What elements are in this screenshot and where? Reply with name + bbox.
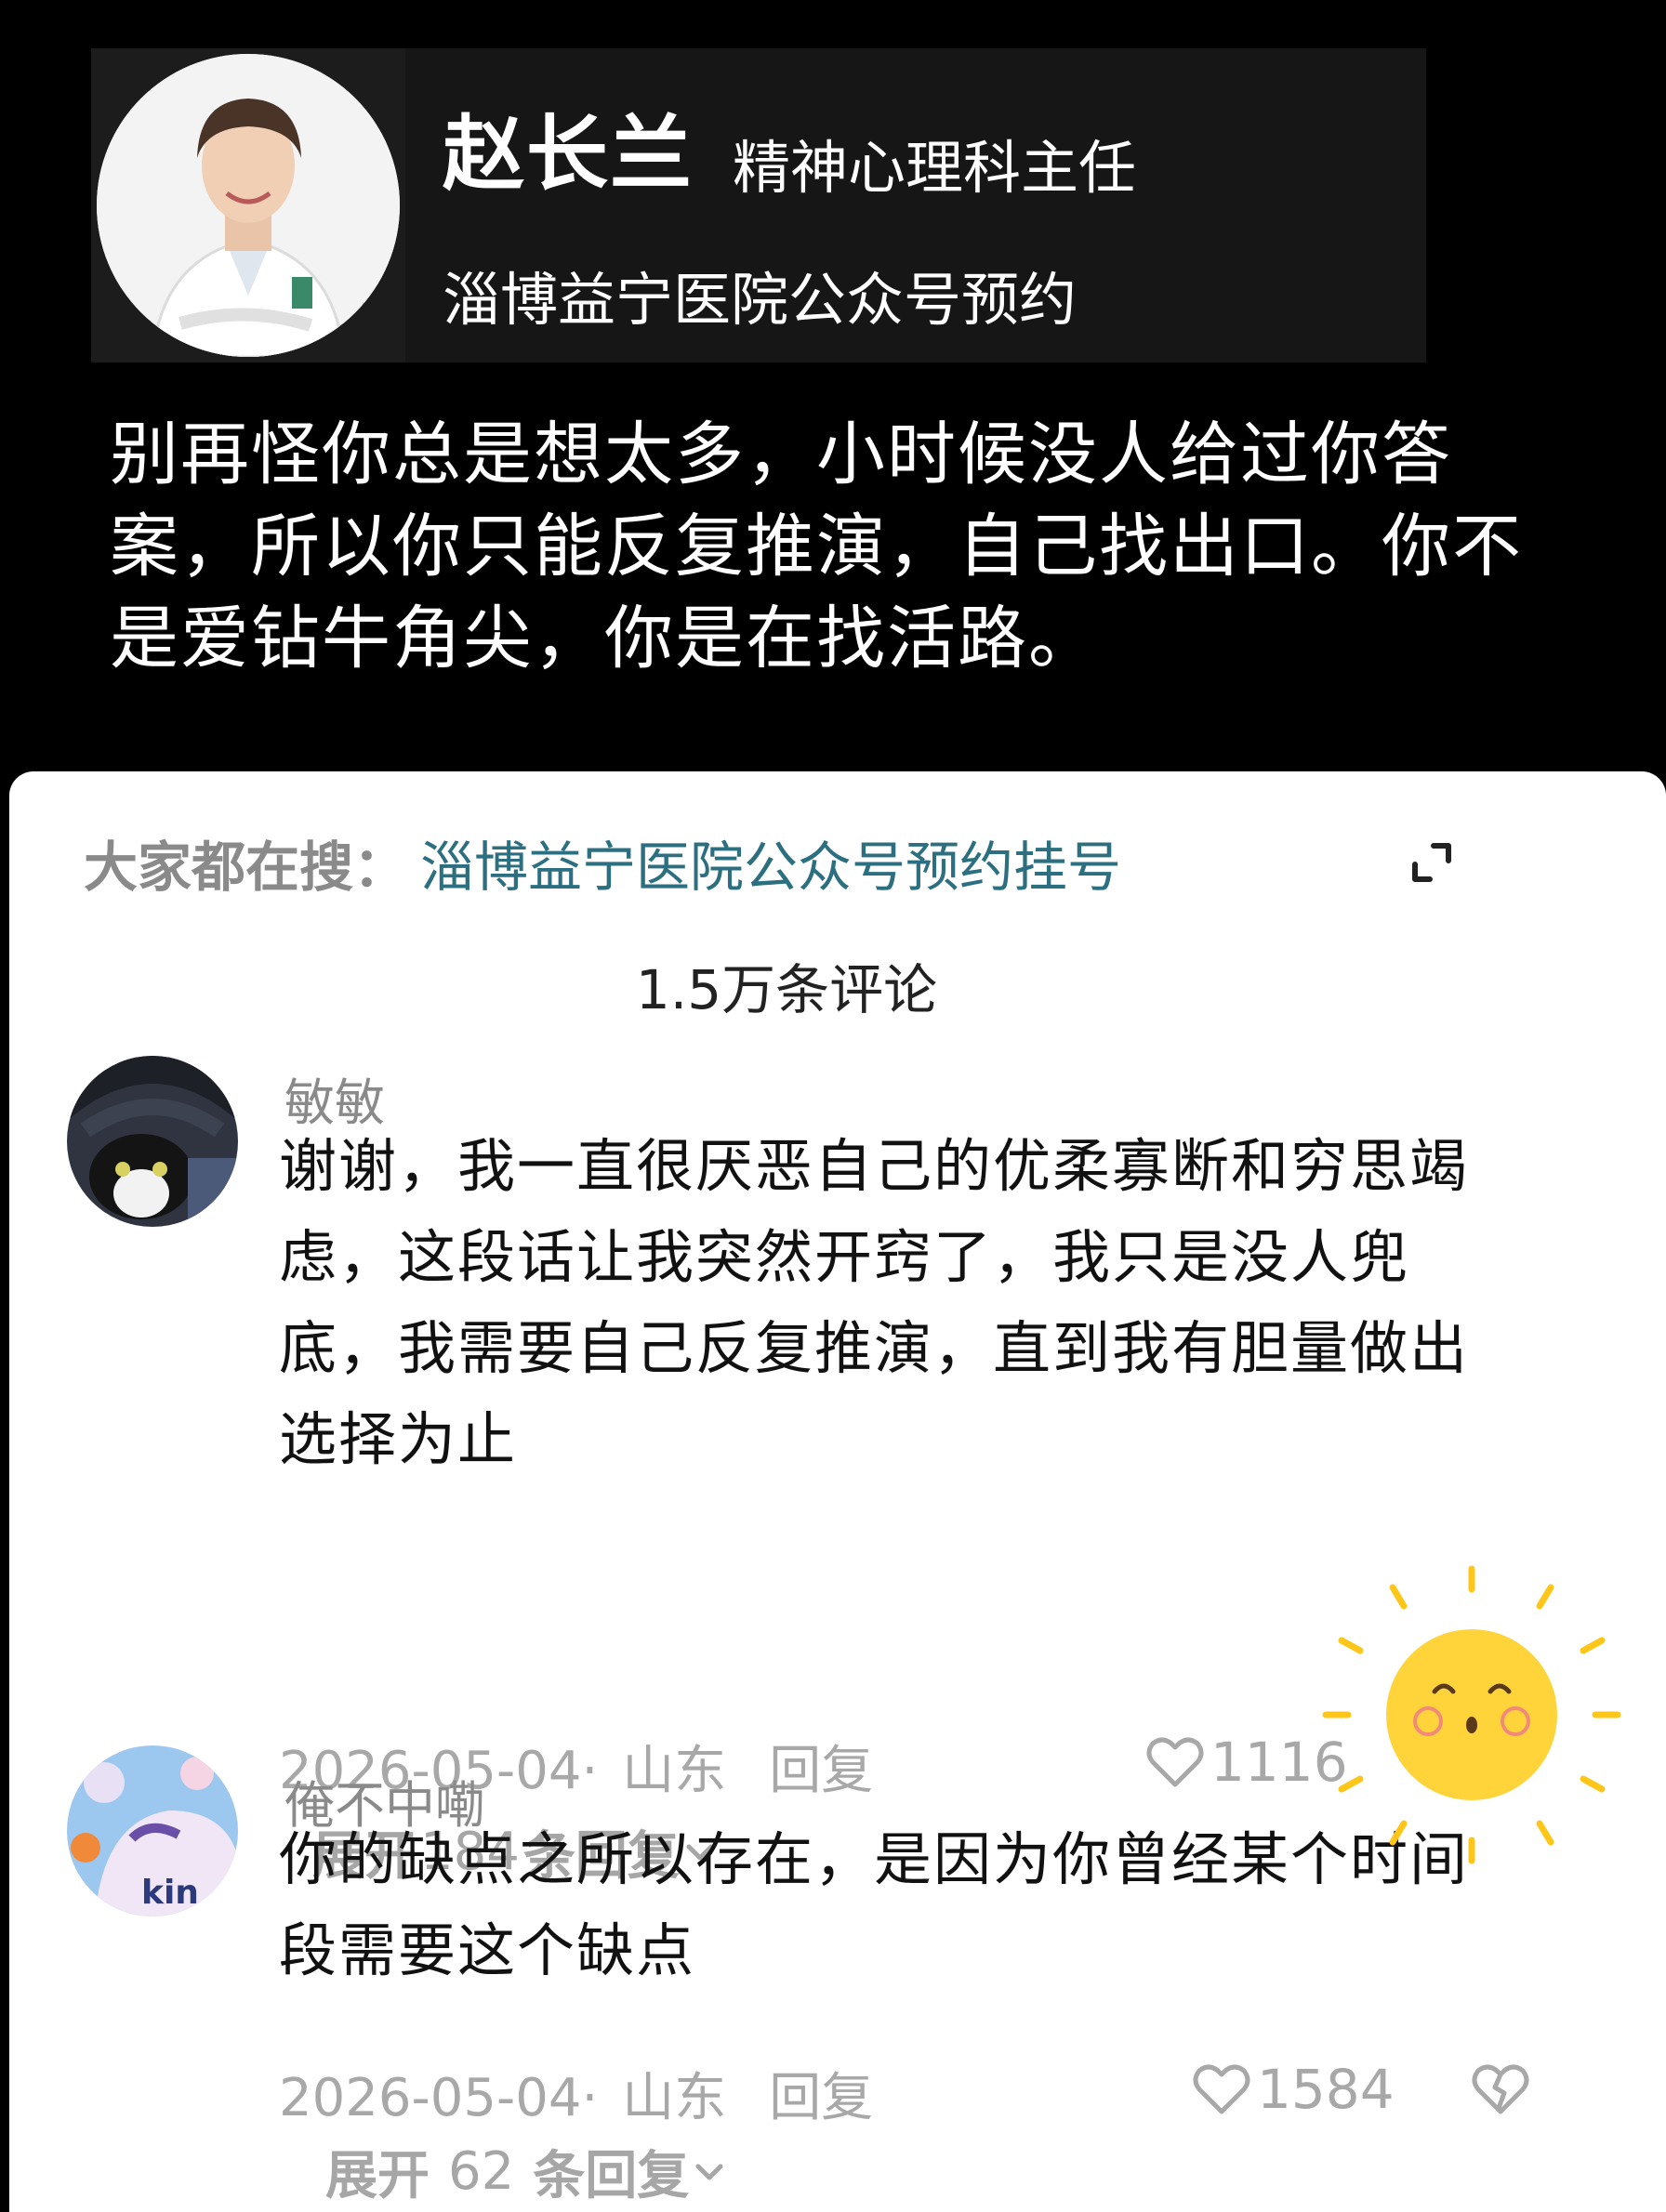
reply-button[interactable]: 回复 — [769, 2068, 873, 2128]
like-button[interactable]: 1116 — [1145, 1731, 1348, 1794]
doctor-name: 赵长兰 — [443, 106, 694, 202]
expand-replies-button[interactable]: 展开 62 条回复 — [325, 2134, 730, 2209]
cat-avatar-icon — [67, 1056, 238, 1227]
doctor-title: 精神心理科主任 — [733, 134, 1137, 202]
doctor-avatar-frame — [91, 48, 405, 362]
sun-sticker-icon — [1322, 1565, 1621, 1864]
comment-location: 山东 — [622, 2068, 727, 2128]
video-area: 赵长兰 精神心理科主任 淄博益宁医院公众号预约 别再怪你总是想太多，小时候没人给… — [0, 0, 1666, 771]
expand-prefix: 展开 — [325, 2146, 430, 2206]
sun-sticker — [1318, 1561, 1625, 1868]
broken-heart-icon — [1472, 2064, 1529, 2114]
user-avatar[interactable]: kin — [67, 1745, 238, 1916]
comment-date: 2026-05-04· — [279, 2068, 599, 2128]
dislike-button[interactable] — [1471, 2061, 1530, 2121]
expand-suffix: 条回复 — [533, 2146, 690, 2206]
svg-text:kin: kin — [141, 1874, 199, 1912]
comment-text: 你的缺点之所以存在，是因为你曾经某个时间段需要这个缺点 — [279, 1825, 1470, 1984]
reply-button[interactable]: 回复 — [769, 1741, 873, 1801]
comment-meta: 2026-05-04· 山东 回复 — [279, 2056, 897, 2131]
expand-icon[interactable] — [1404, 835, 1460, 890]
comment-text: 谢谢，我一直很厌恶自己的优柔寡断和穷思竭虑，这段话让我突然开窍了，我只是没人兜底… — [279, 1132, 1470, 1473]
hospital-subtitle: 淄博益宁医院公众号预约 — [443, 266, 1078, 334]
video-caption: 别再怪你总是想太多，小时候没人给过你答案，所以你只能反复推演，自己找出口。你不是… — [110, 415, 1523, 678]
comment-count: 1.5万条评论 — [635, 958, 938, 1021]
chevron-down-icon — [695, 2164, 723, 2179]
doctor-portrait-icon — [97, 54, 400, 357]
cartoon-avatar-icon: kin — [67, 1745, 238, 1916]
like-button[interactable]: 1584 — [1192, 2058, 1395, 2121]
like-count: 1584 — [1257, 2058, 1395, 2121]
user-avatar[interactable] — [67, 1056, 238, 1227]
comments-panel: 大家都在搜： 淄博益宁医院公众号预约挂号 1.5万条评论 敏敏 谢谢，我一直很厌… — [9, 771, 1666, 2212]
reply-count: 62 — [448, 2141, 515, 2202]
doctor-avatar — [97, 54, 400, 357]
comment-location: 山东 — [622, 1741, 727, 1801]
search-term-link[interactable]: 淄博益宁医院公众号预约挂号 — [420, 823, 1121, 902]
search-suggestion[interactable]: 大家都在搜： 淄博益宁医院公众号预约挂号 — [84, 825, 1121, 900]
doctor-card: 赵长兰 精神心理科主任 淄博益宁医院公众号预约 — [91, 48, 1426, 362]
heart-icon — [1193, 2064, 1250, 2114]
heart-icon — [1146, 1737, 1204, 1787]
search-prefix: 大家都在搜： — [84, 836, 408, 899]
